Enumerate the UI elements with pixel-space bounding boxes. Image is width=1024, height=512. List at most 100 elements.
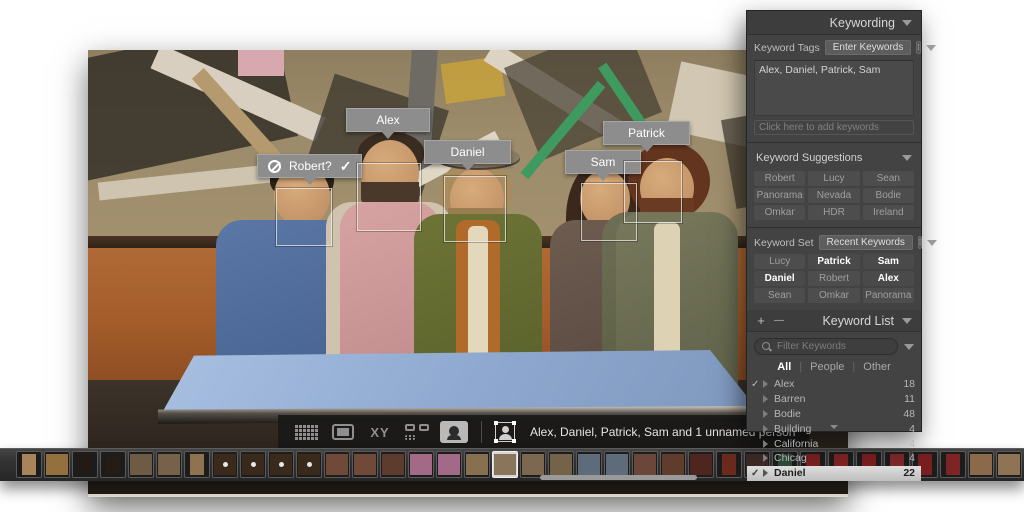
suggestion-chip[interactable]: Lucy [808, 171, 859, 186]
collapse-icon[interactable] [927, 240, 937, 246]
filter-preset-icon[interactable] [904, 344, 914, 350]
suggestion-chip[interactable]: Robert [754, 171, 805, 186]
keyword-set-chip[interactable]: Omkar [808, 288, 859, 303]
filmstrip-thumbnail[interactable] [156, 451, 182, 478]
filmstrip-scrollbar[interactable] [540, 475, 697, 480]
reject-name-icon[interactable] [268, 160, 281, 173]
keywording-header[interactable]: Keywording [747, 11, 921, 35]
filmstrip-thumbnail[interactable] [352, 451, 378, 478]
grid-view-button[interactable] [292, 421, 320, 443]
keyword-row[interactable]: Building4 [747, 421, 921, 436]
suggestion-chip[interactable]: Sean [863, 171, 914, 186]
enter-keywords-dropdown[interactable]: Enter Keywords [825, 40, 912, 55]
remove-keyword-button[interactable]: — [774, 315, 784, 326]
filmstrip-thumbnail[interactable] [44, 451, 70, 478]
filmstrip-thumbnail[interactable] [996, 451, 1022, 478]
dropdown-spinner-icon[interactable]: ⁞ [916, 41, 920, 54]
face-name-tag[interactable]: Daniel [424, 140, 511, 164]
disclosure-icon[interactable] [763, 395, 768, 403]
collapse-icon[interactable] [926, 45, 936, 51]
filmstrip-thumbnail[interactable] [688, 451, 714, 478]
suggestion-chip[interactable]: Ireland [863, 205, 914, 220]
keyword-list-header[interactable]: + — Keyword List [747, 310, 921, 332]
people-view-button[interactable] [440, 421, 468, 443]
filmstrip-thumbnail[interactable] [576, 451, 602, 478]
keyword-set-chip[interactable]: Sean [754, 288, 805, 303]
keyword-set-dropdown[interactable]: Recent Keywords [819, 235, 913, 250]
filmstrip-thumbnail[interactable] [408, 451, 434, 478]
filmstrip-thumbnail[interactable] [436, 451, 462, 478]
keyword-row[interactable]: ✓Alex18 [747, 377, 921, 392]
filmstrip-thumbnail[interactable] [324, 451, 350, 478]
survey-view-button[interactable] [403, 421, 431, 443]
keyword-set-chip[interactable]: Patrick [808, 254, 859, 269]
face-name-tag[interactable]: Robert?✓ [257, 154, 362, 178]
photo-canvas[interactable]: Robert?✓AlexDanielSamPatrick XY [88, 50, 848, 497]
filmstrip-thumbnail[interactable] [492, 451, 518, 478]
tab-other[interactable]: Other [863, 361, 891, 373]
suggestion-chip[interactable]: Nevada [808, 188, 859, 203]
tab-all[interactable]: All [777, 361, 791, 373]
filmstrip-thumbnail[interactable] [16, 451, 42, 478]
disclosure-icon[interactable] [763, 380, 768, 388]
face-region-icon[interactable] [495, 422, 515, 442]
face-region-box[interactable] [276, 188, 332, 246]
face-name-tag[interactable]: Patrick [603, 121, 690, 145]
face-name-tag[interactable]: Alex [346, 108, 430, 132]
filmstrip-thumbnail[interactable] [268, 451, 294, 478]
face-region-box[interactable] [444, 176, 506, 242]
filmstrip-thumbnail[interactable] [548, 451, 574, 478]
add-keywords-field[interactable]: Click here to add keywords [754, 120, 914, 135]
dropdown-spinner-icon[interactable]: ⁞ [918, 236, 922, 249]
keyword-set-chip[interactable]: Robert [808, 271, 859, 286]
suggestion-chip[interactable]: Omkar [754, 205, 805, 220]
suggestion-chip[interactable]: Bodie [863, 188, 914, 203]
filmstrip-thumbnail[interactable] [464, 451, 490, 478]
filmstrip-thumbnail[interactable] [100, 451, 126, 478]
compare-view-button[interactable]: XY [366, 421, 394, 443]
keyword-row[interactable]: ✓Daniel22 [747, 466, 921, 481]
keyword-row[interactable]: Bodie48 [747, 407, 921, 422]
filmstrip-thumbnail[interactable] [604, 451, 630, 478]
disclosure-icon[interactable] [763, 440, 768, 448]
filmstrip-thumbnail[interactable] [380, 451, 406, 478]
suggestion-chip[interactable]: HDR [808, 205, 859, 220]
confirm-name-icon[interactable]: ✓ [340, 158, 352, 175]
keyword-set-chip[interactable]: Panorama [863, 288, 914, 303]
thumbnail-image [354, 454, 376, 475]
keyword-row[interactable]: California4 [747, 436, 921, 451]
collapse-icon[interactable] [902, 155, 912, 161]
suggestion-chip[interactable]: Panorama [754, 188, 805, 203]
filmstrip-thumbnail[interactable] [72, 451, 98, 478]
filmstrip-thumbnail[interactable] [240, 451, 266, 478]
keywords-textarea[interactable]: Alex, Daniel, Patrick, Sam [754, 60, 914, 116]
face-region-box[interactable] [357, 163, 421, 231]
filmstrip-thumbnail[interactable] [632, 451, 658, 478]
filmstrip-thumbnail[interactable] [184, 451, 210, 478]
disclosure-icon[interactable] [763, 454, 768, 462]
disclosure-icon[interactable] [763, 469, 768, 477]
filmstrip-thumbnail[interactable] [968, 451, 994, 478]
tab-people[interactable]: People [810, 361, 844, 373]
keyword-row[interactable]: Chicag4 [747, 451, 921, 466]
keyword-set-chip[interactable]: Lucy [754, 254, 805, 269]
loupe-view-button[interactable] [329, 421, 357, 443]
disclosure-icon[interactable] [763, 410, 768, 418]
keyword-set-chip[interactable]: Alex [863, 271, 914, 286]
filmstrip-thumbnail[interactable] [520, 451, 546, 478]
filmstrip-thumbnail[interactable] [296, 451, 322, 478]
filmstrip-thumbnail[interactable] [716, 451, 742, 478]
filmstrip-thumbnail[interactable] [940, 451, 966, 478]
filmstrip-thumbnail[interactable] [660, 451, 686, 478]
keyword-name: Barren [774, 393, 904, 405]
add-keyword-button[interactable]: + [756, 313, 766, 328]
filmstrip-thumbnail[interactable] [212, 451, 238, 478]
keyword-set-chip[interactable]: Daniel [754, 271, 805, 286]
keyword-set-chip[interactable]: Sam [863, 254, 914, 269]
filter-keywords-input[interactable] [775, 340, 890, 353]
face-region-box[interactable] [624, 161, 682, 223]
disclosure-icon[interactable] [763, 425, 768, 433]
filter-keywords-box[interactable] [754, 338, 898, 355]
filmstrip-thumbnail[interactable] [128, 451, 154, 478]
keyword-row[interactable]: Barren11 [747, 392, 921, 407]
